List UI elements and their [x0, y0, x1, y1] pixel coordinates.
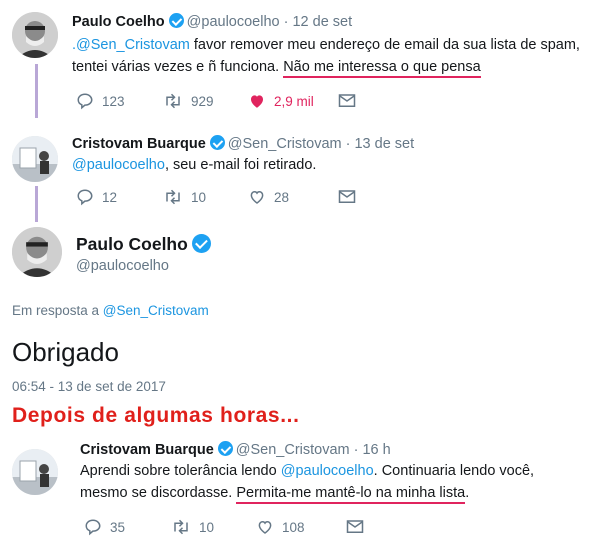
like-count: 108: [282, 519, 305, 535]
retweet-button[interactable]: 929: [163, 92, 214, 110]
heart-filled-icon: [251, 95, 263, 108]
verified-badge-icon: [168, 13, 184, 28]
tweet-text: @paulocoelho, seu e-mail foi retirado.: [72, 154, 316, 176]
reply-count: 12: [102, 189, 118, 205]
avatar[interactable]: [12, 449, 58, 495]
tweet-header: Cristovam Buarque @Sen_Cristovam · 16 h: [80, 439, 391, 460]
tweet-time[interactable]: · 13 de set: [346, 136, 415, 152]
avatar[interactable]: [12, 12, 58, 58]
tweet-text: Aprendi sobre tolerância lendo @paulocoe…: [80, 460, 595, 504]
tweet-header: Cristovam Buarque @Sen_Cristovam · 13 de …: [72, 133, 414, 154]
author-name[interactable]: Paulo Coelho: [72, 14, 165, 30]
thread-line: [35, 64, 38, 118]
like-count: 28: [274, 189, 290, 205]
reply-icon: [77, 189, 93, 206]
avatar[interactable]: [12, 136, 58, 182]
author-handle[interactable]: @Sen_Cristovam: [228, 136, 342, 152]
underlined-phrase: Não me interessa o que pensa: [283, 59, 481, 78]
message-button[interactable]: [338, 189, 356, 205]
reply-context: Em resposta a @Sen_Cristovam: [12, 301, 209, 321]
mention-link[interactable]: @paulocoelho: [72, 157, 165, 173]
retweet-button[interactable]: 10: [171, 518, 214, 536]
author-handle[interactable]: @paulocoelho: [187, 14, 280, 30]
author-handle[interactable]: @paulocoelho: [76, 256, 169, 276]
tweet-text-line: favor remover meu endereço de email da s…: [189, 37, 580, 53]
heart-icon: [250, 190, 264, 204]
caption-text: Depois de algumas horas...: [12, 404, 300, 427]
verified-badge-icon: [191, 234, 211, 253]
tweet-header: Paulo Coelho: [76, 231, 214, 256]
like-count: 2,9 mil: [274, 93, 314, 109]
retweet-button[interactable]: 10: [163, 188, 206, 206]
underlined-phrase: Permita-me mantê-lo na minha lista: [236, 485, 466, 504]
reply-button[interactable]: 12: [76, 188, 117, 206]
envelope-icon: [338, 190, 356, 203]
message-button[interactable]: [346, 519, 364, 535]
thread-line: [35, 186, 38, 222]
reply-prefix: Em resposta a: [12, 303, 103, 318]
tweet-text-line: tentei várias vezes e ñ funciona.: [72, 59, 284, 75]
like-button[interactable]: 108: [256, 518, 305, 536]
retweet-count: 10: [199, 519, 215, 535]
tweet-text-line: .: [465, 485, 470, 501]
tweet-text-line: , seu e-mail foi retirado.: [164, 157, 317, 173]
author-handle[interactable]: @Sen_Cristovam: [236, 442, 350, 458]
reply-count: 35: [110, 519, 126, 535]
heart-icon: [258, 520, 272, 534]
tweet-text: .@Sen_Cristovam favor remover meu endere…: [72, 34, 592, 78]
envelope-icon: [346, 520, 364, 533]
tweet-text-line: . Continuaria lendo você,: [373, 463, 535, 479]
reply-icon: [85, 519, 101, 536]
mention-link[interactable]: .@Sen_Cristovam: [72, 37, 190, 53]
mention-link[interactable]: @Sen_Cristovam: [103, 303, 209, 318]
message-button[interactable]: [338, 93, 356, 109]
retweet-icon: [174, 519, 188, 535]
reply-count: 123: [102, 93, 125, 109]
author-name[interactable]: Cristovam Buarque: [80, 442, 214, 458]
author-name[interactable]: Cristovam Buarque: [72, 136, 206, 152]
tweet-timestamp[interactable]: 06:54 - 13 de set de 2017: [12, 377, 166, 397]
reply-button[interactable]: 35: [84, 518, 125, 536]
tweet-actions: 123 929 2,9 mil: [76, 92, 376, 114]
avatar[interactable]: [12, 227, 62, 277]
envelope-icon: [338, 94, 356, 107]
retweet-icon: [166, 93, 180, 109]
verified-badge-icon: [217, 441, 233, 456]
author-name[interactable]: Paulo Coelho: [76, 234, 188, 254]
tweet-body: Obrigado: [12, 337, 119, 367]
retweet-count: 929: [191, 93, 214, 109]
reply-icon: [77, 93, 93, 110]
like-button[interactable]: 2,9 mil: [248, 92, 314, 110]
tweet-time[interactable]: · 16 h: [354, 442, 391, 458]
tweet-text-line: mesmo se discordasse.: [80, 485, 237, 501]
tweet-actions: 12 10 28: [76, 188, 376, 210]
reply-button[interactable]: 123: [76, 92, 125, 110]
retweet-icon: [166, 189, 180, 205]
verified-badge-icon: [209, 135, 225, 150]
tweet-actions: 35 10 108: [84, 518, 384, 540]
tweet-header: Paulo Coelho @paulocoelho · 12 de set: [72, 11, 352, 32]
like-button[interactable]: 28: [248, 188, 289, 206]
mention-link[interactable]: @paulocoelho: [281, 463, 374, 479]
retweet-count: 10: [191, 189, 207, 205]
tweet-text-line: Aprendi sobre tolerância lendo: [80, 463, 281, 479]
tweet-time[interactable]: · 12 de set: [284, 14, 353, 30]
